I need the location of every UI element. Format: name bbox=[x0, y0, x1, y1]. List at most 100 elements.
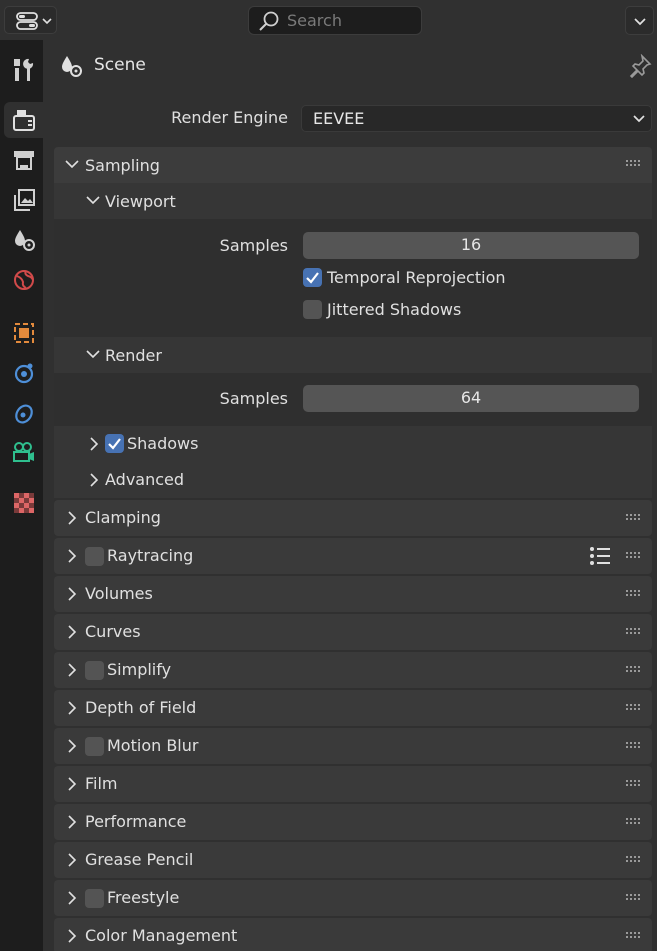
tab-object[interactable] bbox=[4, 315, 44, 351]
render-subpanel-header[interactable]: Render bbox=[54, 337, 652, 373]
panel-clamping[interactable]: Clamping bbox=[54, 500, 652, 536]
jittered-shadows-label: Jittered Shadows bbox=[327, 300, 462, 319]
tab-tool[interactable] bbox=[4, 52, 44, 88]
view-layer-icon bbox=[14, 189, 35, 211]
panel-label: Raytracing bbox=[107, 546, 194, 565]
panel-enable-checkbox[interactable] bbox=[85, 661, 104, 680]
chevron-down-icon bbox=[86, 350, 100, 359]
search-icon bbox=[259, 11, 279, 31]
render-icon bbox=[13, 110, 35, 131]
advanced-subpanel-header[interactable]: Advanced bbox=[54, 462, 652, 498]
chevron-right-icon bbox=[68, 587, 77, 601]
viewport-subpanel-header[interactable]: Viewport bbox=[54, 183, 652, 219]
panel-label: Depth of Field bbox=[85, 698, 197, 717]
header-menu-button[interactable] bbox=[625, 6, 654, 35]
panel-enable-checkbox[interactable] bbox=[85, 889, 104, 908]
search-input[interactable]: Search bbox=[248, 6, 422, 35]
drag-handle-icon[interactable] bbox=[626, 628, 642, 636]
panel-curves[interactable]: Curves bbox=[54, 614, 652, 650]
drag-handle-icon[interactable] bbox=[626, 856, 642, 864]
tab-constraints[interactable] bbox=[4, 395, 44, 431]
chevron-right-icon bbox=[68, 549, 77, 563]
render-engine-value: EEVEE bbox=[313, 109, 365, 128]
panel-depth-of-field[interactable]: Depth of Field bbox=[54, 690, 652, 726]
property-tabs bbox=[0, 40, 44, 951]
panel-raytracing[interactable]: Raytracing bbox=[54, 538, 652, 574]
temporal-reprojection-checkbox[interactable] bbox=[303, 268, 322, 287]
drag-handle-icon[interactable] bbox=[626, 742, 642, 750]
panel-motion-blur[interactable]: Motion Blur bbox=[54, 728, 652, 764]
tab-world[interactable] bbox=[4, 262, 44, 298]
constraint-icon bbox=[15, 404, 33, 424]
checkmark-icon bbox=[306, 272, 319, 284]
viewport-label: Viewport bbox=[105, 192, 176, 211]
texture-checker-icon bbox=[14, 493, 34, 513]
drag-handle-icon[interactable] bbox=[626, 552, 642, 560]
search-placeholder: Search bbox=[287, 11, 342, 30]
drag-handle-icon[interactable] bbox=[626, 818, 642, 826]
panel-enable-checkbox[interactable] bbox=[85, 737, 104, 756]
advanced-label: Advanced bbox=[105, 470, 185, 489]
chevron-right-icon bbox=[68, 929, 77, 943]
panel-film[interactable]: Film bbox=[54, 766, 652, 802]
chevron-right-icon bbox=[68, 663, 77, 677]
panel-performance[interactable]: Performance bbox=[54, 804, 652, 840]
panel-grease-pencil[interactable]: Grease Pencil bbox=[54, 842, 652, 878]
tab-object-data[interactable] bbox=[4, 435, 44, 471]
render-engine-label: Render Engine bbox=[171, 108, 288, 127]
camera-data-icon bbox=[13, 442, 34, 462]
scene-icon bbox=[15, 230, 35, 251]
panel-label: Color Management bbox=[85, 926, 238, 945]
render-label: Render bbox=[105, 346, 162, 365]
tab-render[interactable] bbox=[4, 102, 44, 138]
world-icon bbox=[14, 270, 34, 290]
chevron-right-icon bbox=[68, 701, 77, 715]
tab-scene[interactable] bbox=[4, 222, 44, 258]
chevron-right-icon bbox=[90, 437, 99, 451]
chevron-right-icon bbox=[68, 891, 77, 905]
sampling-panel-header[interactable]: Sampling bbox=[54, 147, 652, 183]
editor-type-selector[interactable] bbox=[4, 6, 57, 34]
panel-label: Curves bbox=[85, 622, 141, 641]
render-samples-field[interactable]: 64 bbox=[303, 385, 639, 412]
panel-label: Motion Blur bbox=[107, 736, 199, 755]
panel-label: Film bbox=[85, 774, 118, 793]
temporal-reprojection-label: Temporal Reprojection bbox=[327, 268, 506, 287]
viewport-samples-field[interactable]: 16 bbox=[303, 232, 639, 259]
tab-output[interactable] bbox=[4, 142, 44, 178]
drag-handle-icon[interactable] bbox=[626, 780, 642, 788]
tab-texture[interactable] bbox=[4, 485, 44, 521]
panel-enable-checkbox[interactable] bbox=[85, 547, 104, 566]
drag-handle-icon[interactable] bbox=[626, 704, 642, 712]
tab-physics[interactable] bbox=[4, 355, 44, 391]
properties-editor-icon bbox=[16, 12, 52, 30]
panel-freestyle[interactable]: Freestyle bbox=[54, 880, 652, 916]
drag-handle-icon[interactable] bbox=[626, 160, 642, 168]
panel-label: Grease Pencil bbox=[85, 850, 194, 869]
presets-list-icon[interactable] bbox=[589, 546, 611, 566]
panel-label: Volumes bbox=[85, 584, 153, 603]
chevron-right-icon bbox=[90, 473, 99, 487]
panel-color-management[interactable]: Color Management bbox=[54, 918, 652, 951]
drag-handle-icon[interactable] bbox=[626, 932, 642, 940]
shadows-label: Shadows bbox=[127, 434, 199, 453]
jittered-shadows-checkbox[interactable] bbox=[303, 300, 322, 319]
tab-view-layer[interactable] bbox=[4, 182, 44, 218]
chevron-right-icon bbox=[68, 511, 77, 525]
viewport-samples-value: 16 bbox=[460, 235, 482, 254]
shadows-subpanel-header[interactable]: Shadows bbox=[54, 426, 652, 462]
render-engine-dropdown[interactable]: EEVEE bbox=[301, 105, 652, 132]
pin-icon[interactable] bbox=[628, 54, 652, 78]
panel-label: Simplify bbox=[107, 660, 172, 679]
drag-handle-icon[interactable] bbox=[626, 514, 642, 522]
shadows-checkbox[interactable] bbox=[105, 434, 124, 453]
panel-simplify[interactable]: Simplify bbox=[54, 652, 652, 688]
panel-label: Freestyle bbox=[107, 888, 180, 907]
properties-main: Scene Render Engine EEVEE Sampling Viewp… bbox=[43, 40, 657, 951]
drag-handle-icon[interactable] bbox=[626, 590, 642, 598]
drag-handle-icon[interactable] bbox=[626, 894, 642, 902]
panel-volumes[interactable]: Volumes bbox=[54, 576, 652, 612]
drag-handle-icon[interactable] bbox=[626, 666, 642, 674]
checkmark-icon bbox=[108, 438, 121, 450]
chevron-down-icon bbox=[633, 115, 645, 123]
